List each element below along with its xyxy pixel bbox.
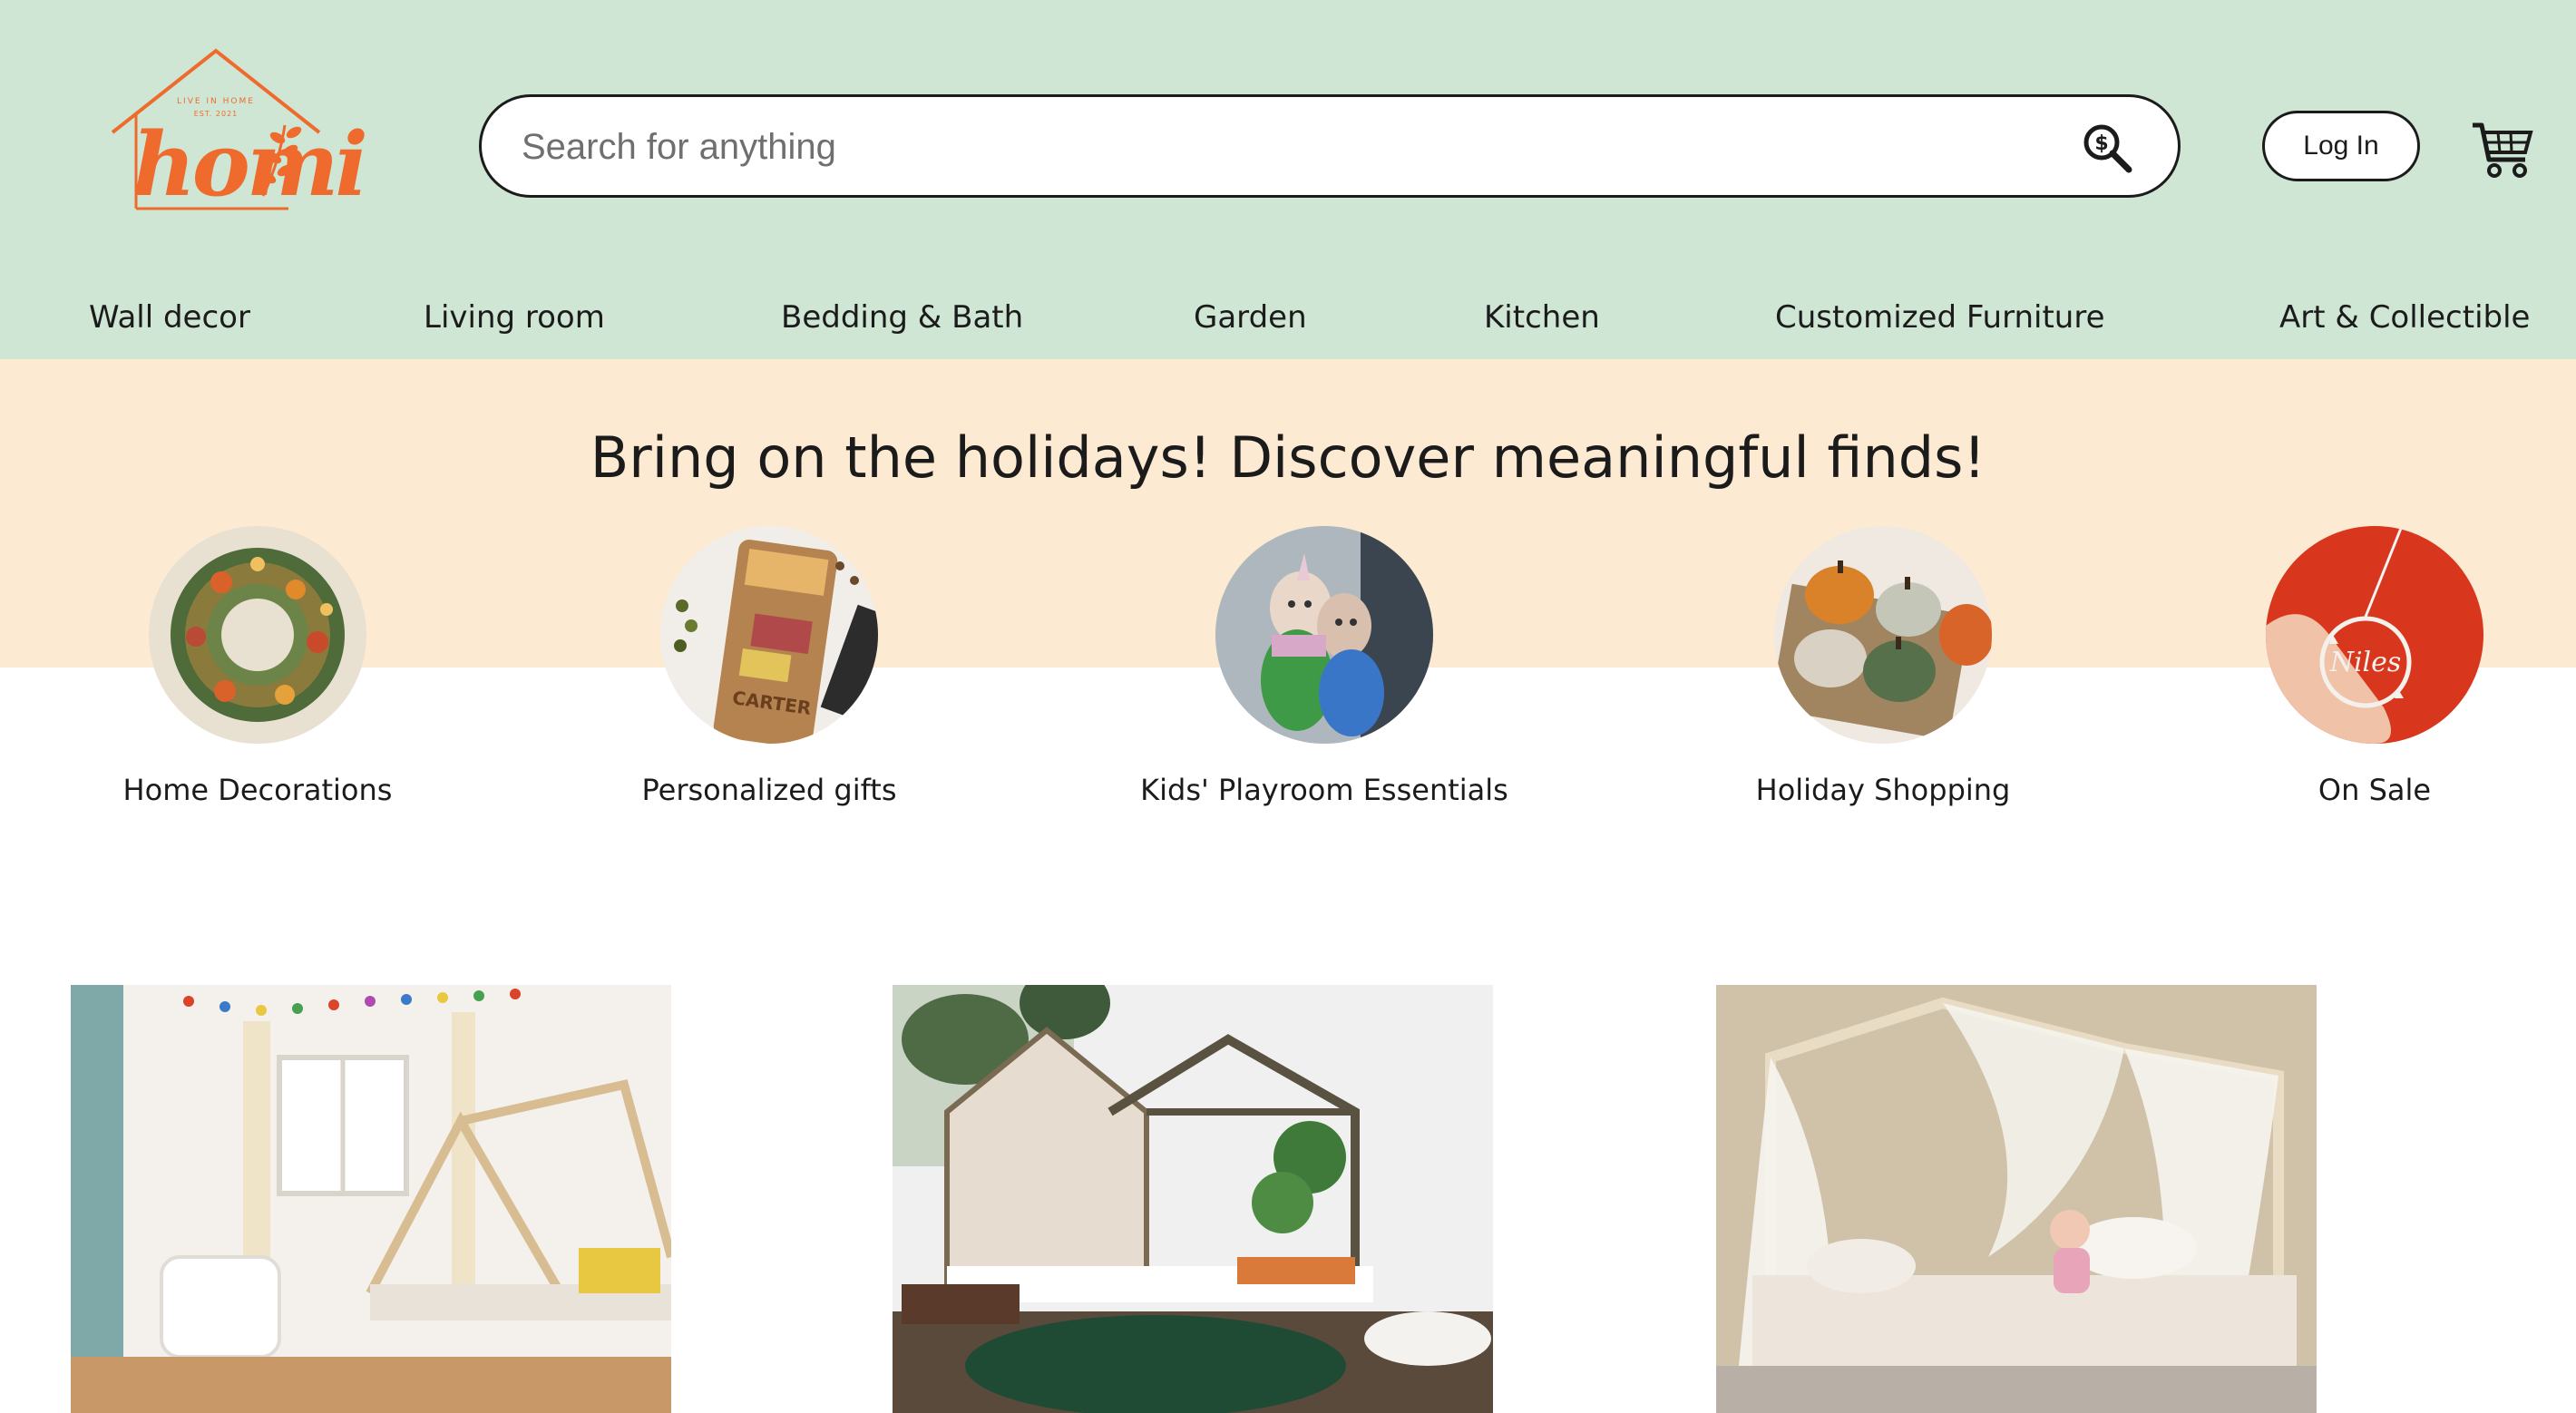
search-dollar-icon[interactable]: $ — [2082, 122, 2132, 173]
knit-pumpkins-photo[interactable] — [1774, 526, 1992, 744]
house-bed-leaf-rug-photo — [893, 985, 1493, 1413]
nav-item-customized-furniture[interactable]: Customized Furniture — [1775, 299, 2105, 336]
category-nav: Wall decor Living room Bedding & Bath Ga… — [0, 299, 2576, 346]
search-input[interactable] — [522, 117, 2045, 177]
search-bar[interactable]: $ — [479, 94, 2181, 198]
category-label: Holiday Shopping — [1755, 773, 2011, 807]
plush-toys-photo[interactable] — [1215, 526, 1433, 744]
nav-item-living-room[interactable]: Living room — [424, 299, 605, 336]
house-bed-nursery-photo — [71, 985, 671, 1413]
ornament-photo[interactable]: Niles — [2266, 526, 2483, 744]
nav-item-bedding-bath[interactable]: Bedding & Bath — [781, 299, 1023, 336]
nav-item-kitchen[interactable]: Kitchen — [1484, 299, 1600, 336]
product-card-house-bed-leaf-rug[interactable] — [893, 985, 1493, 1413]
nav-item-art-collectible[interactable]: Art & Collectible — [2279, 299, 2530, 336]
svg-text:LIVE IN HOME: LIVE IN HOME — [177, 97, 255, 106]
category-label: Home Decorations — [122, 773, 393, 807]
canopy-house-bed-photo — [1716, 985, 2317, 1413]
homi-logo[interactable]: LIVE IN HOME EST. 2021 homi — [107, 44, 368, 229]
cutting-board-photo[interactable]: CARTER — [660, 526, 878, 744]
svg-text:$: $ — [2094, 132, 2108, 155]
category-label: Personalized gifts — [641, 773, 897, 807]
wreath-photo[interactable] — [149, 526, 366, 744]
promo-title: Bring on the holidays! Discover meaningf… — [590, 424, 1986, 491]
login-button[interactable]: Log In — [2262, 111, 2420, 181]
logo-wordmark: homi — [132, 113, 368, 216]
category-label: On Sale — [2317, 773, 2432, 807]
product-card-house-bed-nursery[interactable] — [71, 985, 671, 1413]
category-label: Kids' Playroom Essentials — [1140, 773, 1508, 807]
product-card-canopy-house-bed[interactable] — [1716, 985, 2317, 1413]
site-header: LIVE IN HOME EST. 2021 homi $ Log In — [0, 0, 2576, 359]
nav-item-garden[interactable]: Garden — [1194, 299, 1307, 336]
nav-item-wall-decor[interactable]: Wall decor — [89, 299, 250, 336]
shopping-cart-icon[interactable] — [2471, 118, 2534, 180]
svg-text:Niles: Niles — [2329, 647, 2402, 678]
